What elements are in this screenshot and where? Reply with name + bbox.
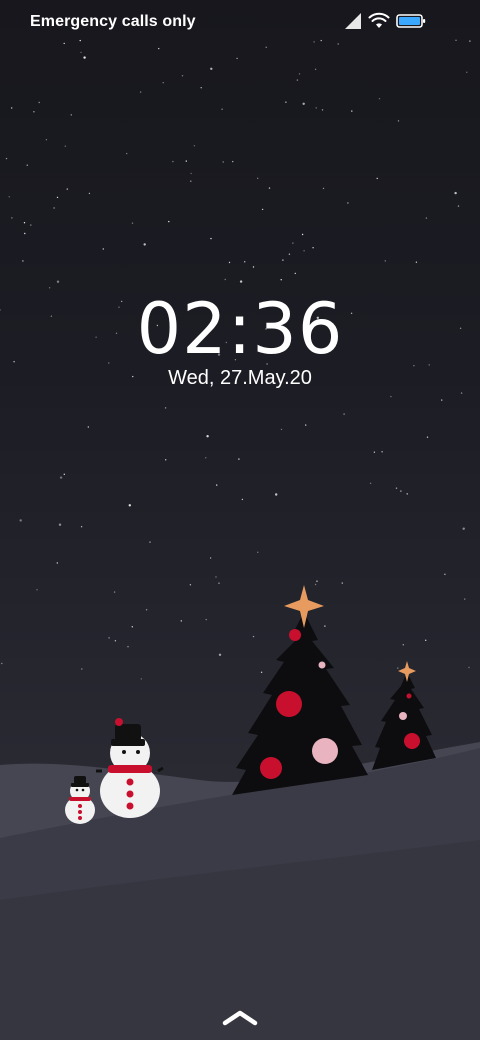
signal-icon xyxy=(344,12,362,35)
lock-clock: 02:36 xyxy=(136,288,344,370)
star-topper-small xyxy=(398,661,416,682)
wifi-icon xyxy=(368,12,390,35)
snowman-large xyxy=(96,718,164,818)
christmas-tree-large xyxy=(232,585,368,795)
status-bar: Emergency calls only xyxy=(0,0,480,44)
wallpaper-scene xyxy=(0,585,480,1040)
battery-icon xyxy=(396,12,426,35)
status-icons xyxy=(344,12,454,32)
christmas-tree-small xyxy=(372,661,436,770)
swipe-up-handle[interactable] xyxy=(222,1008,258,1028)
star-topper-large xyxy=(284,585,324,628)
carrier-status-text: Emergency calls only xyxy=(30,13,196,30)
lock-date: Wed, 27.May.20 xyxy=(168,367,312,389)
lock-screen: Emergency calls only 02:36 Wed, 27.May.2… xyxy=(0,0,480,1040)
chevron-up-icon xyxy=(222,1010,258,1026)
